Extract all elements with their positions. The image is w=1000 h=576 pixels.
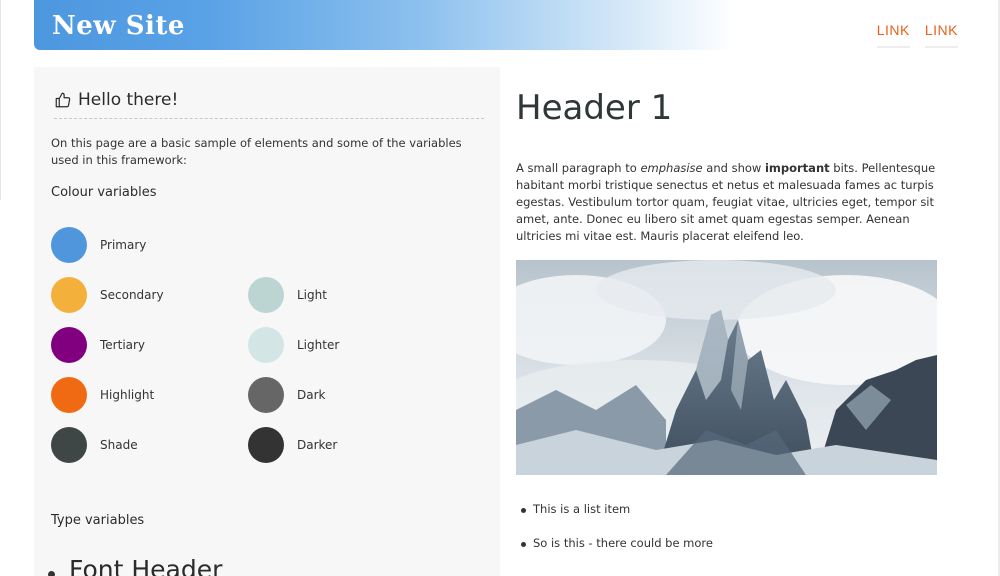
swatch-label: Dark [297,388,326,402]
swatch-circle [248,427,284,463]
swatch-label: Tertiary [100,338,146,352]
para-emphasis: emphasise [640,161,703,175]
swatch-highlight: Highlight [51,377,154,413]
list-item: So is this - there could be more [516,536,946,570]
main-nav: LINK LINK [876,22,958,48]
panel-heading-text: Hello there! [78,89,179,110]
swatch-circle [248,327,284,363]
swatch-secondary: Secondary [51,277,164,313]
main-paragraph: A small paragraph to emphasise and show … [516,160,948,245]
colour-variables-title: Colour variables [51,185,157,200]
swatch-label: Light [297,288,327,302]
panel-intro: On this page are a basic sample of eleme… [51,136,462,167]
swatch-circle [51,427,87,463]
swatch-circle [248,277,284,313]
type-variables-title: Type variables [51,513,145,528]
swatch-label: Lighter [297,338,340,352]
mountain-photo [516,260,937,475]
swatch-tertiary: Tertiary [51,327,145,363]
swatch-circle [51,377,87,413]
para-text-2: and show [702,161,765,175]
site-title[interactable]: New Site [52,11,185,41]
para-text-1: A small paragraph to [516,161,641,175]
swatch-label: Secondary [100,288,164,302]
bullet-list: This is a list item So is this - there c… [516,502,946,570]
swatch-circle [51,227,87,263]
swatch-dark: Dark [248,377,325,413]
swatch-shade: Shade [51,427,138,463]
font-header-list-item: Font Header [48,555,222,576]
swatch-label: Shade [100,438,138,452]
mountain-image [516,260,937,475]
swatch-circle [51,277,87,313]
sidebar-panel: Hello there! On this page are a basic sa… [34,67,500,576]
para-strong: important [764,161,830,175]
swatch-primary: Primary [51,227,146,263]
frame-edge-left [0,0,1,200]
bullet-icon [48,571,55,576]
swatch-circle [248,377,284,413]
swatch-circle [51,327,87,363]
swatch-label: Highlight [100,388,155,402]
font-header-text: Font Header [69,555,223,576]
swatch-label: Darker [297,438,338,452]
swatch-darker: Darker [248,427,337,463]
swatch-light: Light [248,277,327,313]
nav-link-2[interactable]: LINK [924,22,958,48]
page-heading: Header 1 [516,88,673,128]
swatch-label: Primary [100,238,147,252]
panel-heading: Hello there! [54,81,484,119]
nav-link-1[interactable]: LINK [876,22,910,48]
thumbs-up-icon [54,91,72,109]
list-item: This is a list item [516,502,946,536]
swatch-lighter: Lighter [248,327,339,363]
